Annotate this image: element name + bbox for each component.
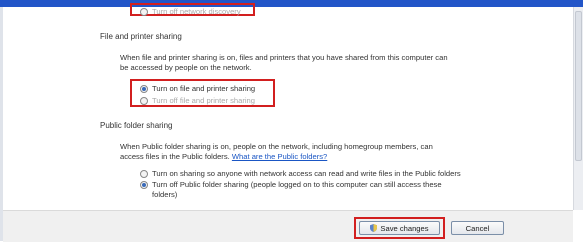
uac-shield-icon <box>370 224 378 232</box>
public-folder-off-label: Turn off Public folder sharing (people l… <box>152 180 442 200</box>
dialog-footer: Save changes Cancel <box>3 210 573 242</box>
network-discovery-off-label: Turn off network discovery <box>152 7 241 16</box>
public-folders-help-link[interactable]: What are the Public folders? <box>232 152 327 161</box>
window-title-bar <box>0 0 583 7</box>
public-folder-sharing-description: When Public folder sharing is on, people… <box>120 142 500 162</box>
network-discovery-off-option[interactable]: Turn off network discovery <box>140 7 241 16</box>
public-folder-on-option[interactable]: Turn on sharing so anyone with network a… <box>140 169 461 178</box>
public-folder-off-label-line2: folders) <box>152 190 178 199</box>
file-printer-off-option[interactable]: Turn off file and printer sharing <box>140 96 255 105</box>
public-folder-off-label-line1: Turn off Public folder sharing (people l… <box>152 180 442 189</box>
file-printer-sharing-description: When file and printer sharing is on, fil… <box>120 53 500 73</box>
public-folder-off-option[interactable]: Turn off Public folder sharing (people l… <box>140 180 510 200</box>
file-printer-on-label: Turn on file and printer sharing <box>152 84 256 93</box>
save-changes-button[interactable]: Save changes <box>359 221 440 235</box>
file-printer-on-radio[interactable] <box>140 85 148 93</box>
settings-content: Turn off network discovery File and prin… <box>3 3 573 210</box>
scrollbar-thumb[interactable] <box>575 11 582 161</box>
public-folder-sharing-description-line1: When Public folder sharing is on, people… <box>120 142 433 151</box>
cancel-label: Cancel <box>465 223 490 233</box>
file-printer-sharing-description-line2: be accessed by people on the network. <box>120 63 252 72</box>
network-discovery-off-radio[interactable] <box>140 8 148 16</box>
cancel-button[interactable]: Cancel <box>451 221 504 235</box>
save-changes-label: Save changes <box>380 223 429 233</box>
file-printer-on-option[interactable]: Turn on file and printer sharing <box>140 84 255 93</box>
file-printer-sharing-title: File and printer sharing <box>100 32 182 41</box>
file-printer-off-radio[interactable] <box>140 97 148 105</box>
advanced-sharing-settings-panel: Turn off network discovery File and prin… <box>3 3 573 242</box>
public-folder-on-radio[interactable] <box>140 170 148 178</box>
file-printer-off-label: Turn off file and printer sharing <box>152 96 255 105</box>
public-folder-sharing-description-line2: access files in the Public folders. <box>120 152 230 161</box>
vertical-scrollbar[interactable] <box>573 7 583 210</box>
public-folder-sharing-description-line2-wrap: access files in the Public folders. What… <box>120 152 500 162</box>
public-folder-sharing-title: Public folder sharing <box>100 121 173 130</box>
public-folder-on-label: Turn on sharing so anyone with network a… <box>152 169 461 178</box>
file-printer-sharing-description-line1: When file and printer sharing is on, fil… <box>120 53 448 62</box>
public-folder-off-radio[interactable] <box>140 181 148 189</box>
